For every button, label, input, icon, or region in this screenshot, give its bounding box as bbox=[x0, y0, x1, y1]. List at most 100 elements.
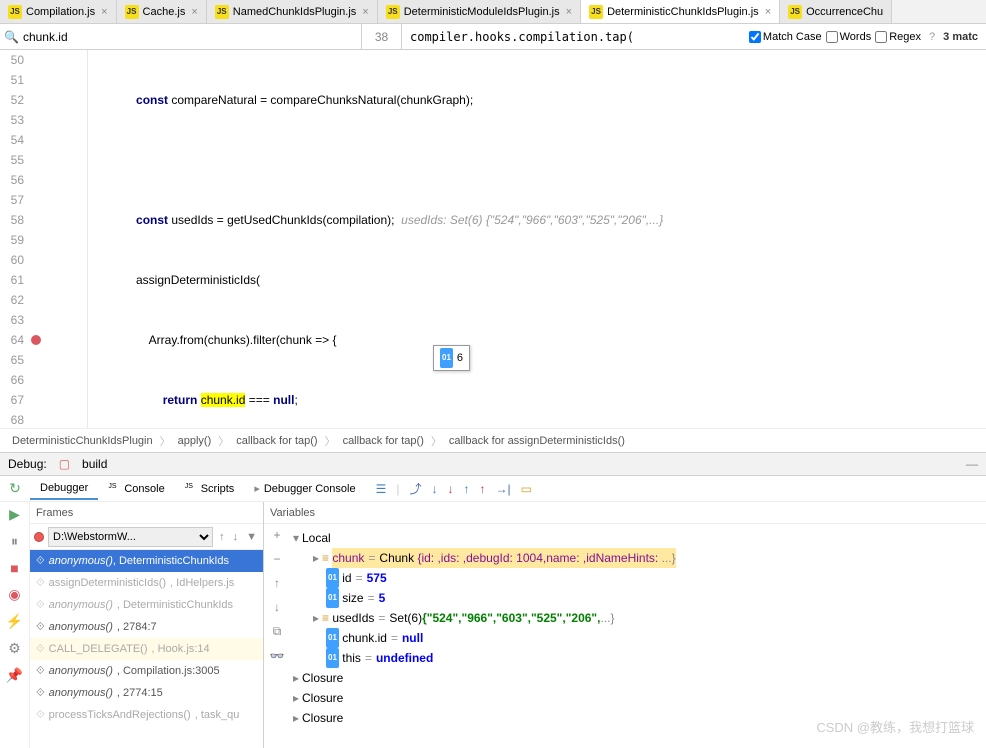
frame-item[interactable]: ⟐anonymous(), Compilation.js:3005 bbox=[30, 660, 263, 682]
settings-icon[interactable]: ⚙ bbox=[8, 640, 21, 657]
tab[interactable]: JSCache.js× bbox=[117, 0, 207, 23]
pause-icon[interactable]: ⏸ bbox=[11, 533, 18, 550]
breakpoint-gutter[interactable] bbox=[28, 50, 44, 428]
view-breakpoints-icon[interactable]: ◉ bbox=[8, 586, 20, 603]
chevron-down-icon[interactable]: ▾ bbox=[290, 528, 302, 548]
editor-tabs: JSCompilation.js× JSCache.js× JSNamedChu… bbox=[0, 0, 986, 24]
js-icon: JS bbox=[215, 5, 229, 19]
editor: 505152 535455 565758 596061 626364 65666… bbox=[0, 50, 986, 428]
run-config-name[interactable]: build bbox=[82, 457, 107, 471]
words-checkbox[interactable]: Words bbox=[826, 31, 872, 43]
rerun-icon[interactable]: ↻ bbox=[0, 480, 30, 497]
crumb[interactable]: callback for tap() bbox=[339, 435, 428, 447]
drop-frame-icon[interactable]: ↑ bbox=[479, 482, 485, 496]
close-icon[interactable]: × bbox=[191, 6, 197, 18]
tab-debugger[interactable]: Debugger bbox=[30, 478, 98, 500]
show-execution-icon[interactable]: ☰ bbox=[376, 482, 387, 496]
step-into-icon[interactable]: ↓ bbox=[431, 482, 437, 496]
crumb[interactable]: DeterministicChunkIdsPlugin bbox=[8, 435, 157, 447]
js-icon: JS bbox=[185, 483, 197, 495]
prev-frame-icon[interactable]: ↑ bbox=[217, 531, 227, 543]
frames-list: ⟐anonymous(), DeterministicChunkIds ⟐ass… bbox=[30, 550, 263, 748]
debug-panel-header: Debug: ▢ build — bbox=[0, 452, 986, 476]
frame-icon: ⟐ bbox=[36, 555, 45, 568]
filter-icon[interactable]: ▼ bbox=[244, 531, 259, 543]
tab-console[interactable]: JSConsole bbox=[98, 479, 174, 499]
js-icon: JS bbox=[589, 5, 603, 19]
debug-label: Debug: bbox=[8, 457, 47, 471]
frame-item[interactable]: ⟐anonymous(), DeterministicChunkIds bbox=[30, 550, 263, 572]
variables-header: Variables bbox=[264, 502, 986, 524]
frame-icon: ⟐ bbox=[36, 621, 45, 634]
terminal-icon: ▸ bbox=[254, 482, 260, 495]
js-icon: JS bbox=[788, 5, 802, 19]
frame-item[interactable]: ⟐CALL_DELEGATE(), Hook.js:14 bbox=[30, 638, 263, 660]
force-step-into-icon[interactable]: ↓ bbox=[447, 482, 453, 496]
replace-input[interactable] bbox=[402, 24, 741, 49]
chevron-right-icon[interactable]: ▸ bbox=[290, 668, 302, 688]
stop-icon[interactable]: ■ bbox=[10, 560, 18, 576]
run-to-cursor-icon[interactable]: →| bbox=[495, 482, 510, 496]
down-icon[interactable]: ↓ bbox=[274, 600, 280, 614]
help-icon[interactable]: ? bbox=[929, 31, 935, 43]
up-icon[interactable]: ↑ bbox=[274, 576, 280, 590]
pin-icon[interactable]: 📌 bbox=[6, 667, 23, 684]
close-icon[interactable]: × bbox=[362, 6, 368, 18]
tab-active[interactable]: JSDeterministicChunkIdsPlugin.js× bbox=[581, 0, 780, 23]
tab[interactable]: JSNamedChunkIdsPlugin.js× bbox=[207, 0, 378, 23]
frame-icon: ⟐ bbox=[36, 577, 45, 590]
tab-scripts[interactable]: JSScripts bbox=[175, 479, 245, 499]
close-icon[interactable]: × bbox=[101, 6, 107, 18]
tab-debugger-console[interactable]: ▸Debugger Console bbox=[244, 478, 365, 499]
debug-body: ▶ ⏸ ■ ◉ ⚡ ⚙ 📌 Frames D:\WebstormW... ↑ ↓… bbox=[0, 502, 986, 748]
frame-icon: ⟐ bbox=[36, 599, 45, 612]
step-out-icon[interactable]: ↑ bbox=[463, 482, 469, 496]
thread-selector[interactable]: D:\WebstormW... bbox=[48, 527, 213, 547]
frame-item[interactable]: ⟐assignDeterministicIds(), IdHelpers.js bbox=[30, 572, 263, 594]
chevron-right-icon[interactable]: ▸ bbox=[290, 708, 302, 728]
chevron-right-icon[interactable]: ▸ bbox=[310, 548, 322, 568]
crumb[interactable]: callback for assignDeterministicIds() bbox=[445, 435, 629, 447]
variables-tree[interactable]: ▾Local ▸≡ chunk=Chunk {id: ,ids: ,debugI… bbox=[290, 524, 986, 748]
frames-panel: Frames D:\WebstormW... ↑ ↓ ▼ ⟐anonymous(… bbox=[30, 502, 264, 748]
debug-side-toolbar: ▶ ⏸ ■ ◉ ⚡ ⚙ 📌 bbox=[0, 502, 30, 748]
result-line: 38 bbox=[362, 24, 402, 49]
frame-icon: ⟐ bbox=[36, 709, 45, 722]
type-badge: 01 bbox=[326, 628, 339, 648]
crumb[interactable]: apply() bbox=[174, 435, 216, 447]
close-icon[interactable]: × bbox=[765, 6, 771, 18]
chevron-right-icon[interactable]: ▸ bbox=[290, 688, 302, 708]
add-watch-icon[interactable]: + bbox=[273, 528, 280, 542]
find-input[interactable] bbox=[23, 30, 357, 44]
match-case-checkbox[interactable]: Match Case bbox=[749, 31, 822, 43]
chevron-right-icon[interactable]: ▸ bbox=[310, 608, 322, 628]
remove-watch-icon[interactable]: − bbox=[273, 552, 280, 566]
mute-breakpoints-icon[interactable]: ⚡ bbox=[6, 613, 23, 630]
minimize-icon[interactable]: — bbox=[966, 457, 978, 471]
crumb[interactable]: callback for tap() bbox=[232, 435, 321, 447]
frame-icon: ⟐ bbox=[36, 687, 45, 700]
breakpoint-icon[interactable] bbox=[31, 335, 41, 345]
regex-checkbox[interactable]: Regex bbox=[875, 31, 921, 43]
frame-item[interactable]: ⟐anonymous(), 2784:7 bbox=[30, 616, 263, 638]
copy-icon[interactable]: ⧉ bbox=[273, 624, 282, 639]
next-frame-icon[interactable]: ↓ bbox=[231, 531, 241, 543]
glasses-icon[interactable]: 👓 bbox=[270, 649, 285, 663]
resume-icon[interactable]: ▶ bbox=[9, 506, 20, 523]
thread-status-icon bbox=[34, 532, 44, 542]
tab[interactable]: JSOccurrenceChu bbox=[780, 0, 892, 23]
frame-item[interactable]: ⟐anonymous(), 2774:15 bbox=[30, 682, 263, 704]
close-icon[interactable]: × bbox=[566, 6, 572, 18]
frames-header: Frames bbox=[30, 502, 263, 524]
type-badge: 01 bbox=[326, 648, 339, 668]
fold-gutter[interactable] bbox=[44, 50, 88, 428]
js-icon: JS bbox=[8, 5, 22, 19]
frame-item[interactable]: ⟐processTicksAndRejections(), task_qu bbox=[30, 704, 263, 726]
frame-item[interactable]: ⟐anonymous(), DeterministicChunkIds bbox=[30, 594, 263, 616]
evaluate-icon[interactable]: ▭ bbox=[521, 482, 532, 496]
step-over-icon[interactable]: ⤴ bbox=[409, 480, 421, 497]
type-badge: 01 bbox=[326, 568, 339, 588]
code-area[interactable]: const compareNatural = compareChunksNatu… bbox=[88, 50, 986, 428]
tab[interactable]: JSCompilation.js× bbox=[0, 0, 117, 23]
tab[interactable]: JSDeterministicModuleIdsPlugin.js× bbox=[378, 0, 581, 23]
